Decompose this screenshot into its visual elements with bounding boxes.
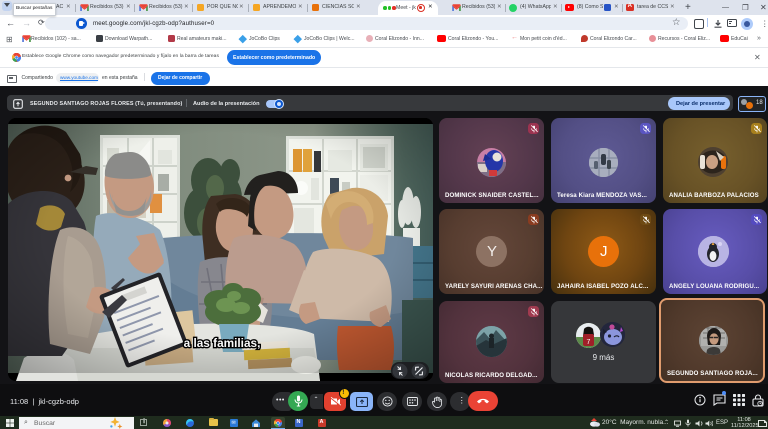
svg-text:7: 7 <box>587 339 591 346</box>
